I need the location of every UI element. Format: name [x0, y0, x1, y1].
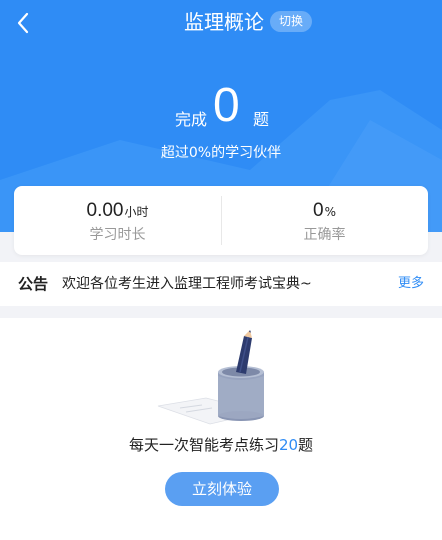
- surpass-percentage-text: 超过0%的学习伙伴: [160, 145, 282, 161]
- back-button[interactable]: [8, 6, 38, 40]
- study-time-label: 学习时长: [89, 227, 146, 243]
- completed-prefix: 完成: [175, 110, 208, 129]
- notice-more-link[interactable]: 更多: [398, 275, 424, 293]
- notice-bar[interactable]: 公告 欢迎各位考生进入监理工程师考试宝典~ 更多: [0, 262, 442, 306]
- practice-text-prefix: 每天一次智能考点练习: [128, 436, 279, 454]
- notice-tag: 公告: [18, 275, 49, 293]
- study-time-value-row: 0.00小时: [14, 198, 221, 224]
- daily-practice-text: 每天一次智能考点练习20题: [0, 435, 442, 455]
- page-title: 监理概论: [184, 10, 264, 34]
- practice-text-suffix: 题: [298, 436, 314, 454]
- accuracy-unit: %: [324, 205, 336, 219]
- stats-card: 0.00小时 学习时长 0% 正确率: [14, 186, 428, 255]
- pencil-cup-illustration: [157, 330, 264, 425]
- notice-text[interactable]: 欢迎各位考生进入监理工程师考试宝典~: [62, 274, 312, 294]
- completed-suffix: 题: [253, 110, 270, 129]
- study-time-stat: 0.00小时 学习时长: [14, 186, 221, 255]
- chevron-left-icon: [17, 12, 29, 34]
- study-time-unit: 小时: [124, 205, 149, 219]
- try-now-button[interactable]: 立刻体验: [165, 472, 279, 506]
- accuracy-value-row: 0%: [221, 198, 428, 224]
- completed-count: 0: [213, 79, 240, 132]
- completed-count-row: 完成 0 题: [0, 80, 442, 134]
- switch-subject-button[interactable]: 切换: [270, 11, 312, 32]
- practice-count: 20: [278, 436, 299, 454]
- study-time-value: 0.00: [86, 200, 124, 221]
- accuracy-stat: 0% 正确率: [221, 186, 428, 255]
- app-screen: 监理概论 切换 完成 0 题 超过0%的学习伙伴 0.00小时 学习时长 0% …: [0, 0, 442, 540]
- accuracy-label: 正确率: [303, 227, 346, 243]
- accuracy-value: 0: [313, 200, 324, 221]
- daily-practice-panel: 每天一次智能考点练习20题 立刻体验: [0, 318, 442, 540]
